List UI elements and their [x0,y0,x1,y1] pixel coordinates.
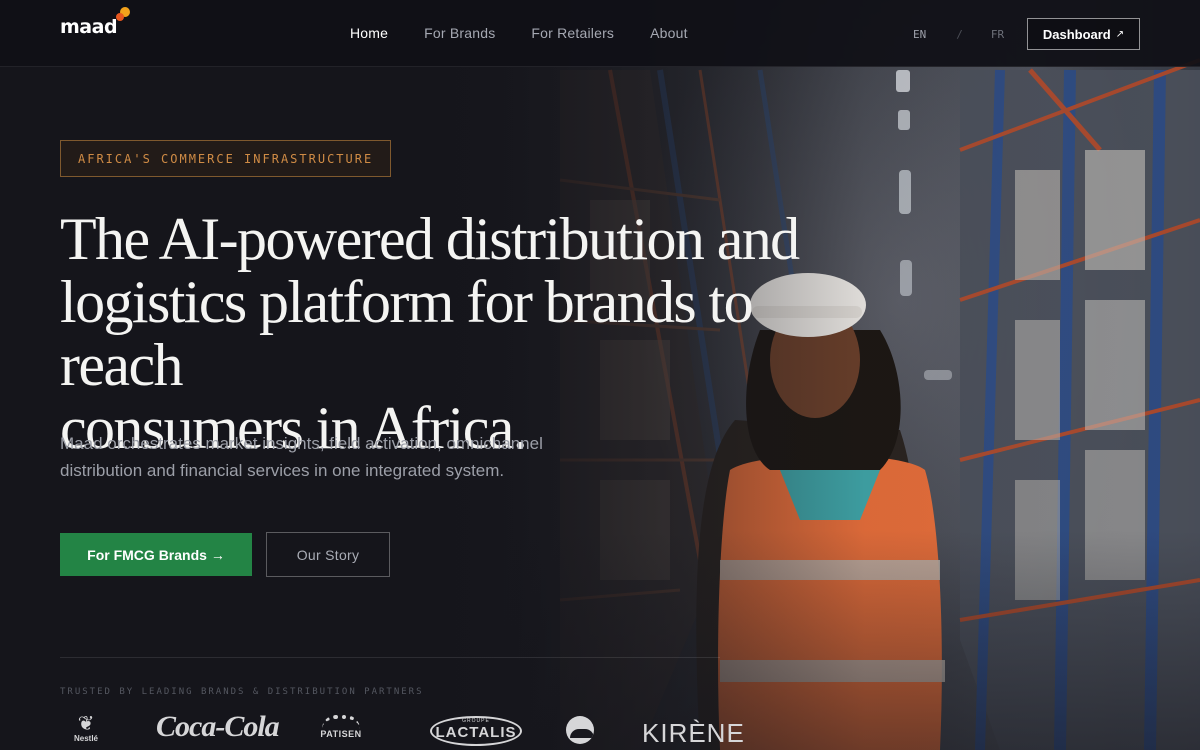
main-nav: Home For Brands For Retailers About [350,25,724,41]
hero-headline: The AI-powered distribution and logistic… [60,208,820,460]
hero-subtext: Maad orchestrates market insights, field… [60,434,543,480]
hero-badge: AFRICA'S COMMERCE INFRASTRUCTURE [60,140,392,177]
top-navigation-bar: maad Home For Brands For Retailers About… [0,0,1200,67]
section-divider [60,657,720,658]
logo-dots-icon [116,7,132,25]
our-story-button[interactable]: Our Story [266,532,390,577]
nav-item-home[interactable]: Home [350,25,388,41]
nav-item-about[interactable]: About [650,25,688,41]
patisen-logo: PATISEN [318,715,364,739]
partner-logos-row: ❦ Nestlé Coca-Cola PATISEN GROUPE LACTAL… [60,708,760,750]
coca-cola-logo: Coca-Cola [156,710,280,743]
lactalis-logo: GROUPE LACTALIS [430,716,522,746]
partners-label: TRUSTED BY LEADING BRANDS & DISTRIBUTION… [60,687,424,697]
dashboard-button[interactable]: Dashboard ↗ [1027,18,1140,50]
maad-logo[interactable]: maad [60,7,132,38]
lang-en[interactable]: EN [913,28,926,41]
external-arrow-icon: ↗ [1115,28,1125,40]
dashboard-button-label: Dashboard [1042,26,1111,42]
nav-item-for-retailers[interactable]: For Retailers [531,25,614,41]
for-fmcg-brands-button[interactable]: For FMCG Brands → [60,533,252,576]
language-switcher: EN / FR [913,28,1004,41]
nestle-logo: ❦ Nestlé [73,713,98,743]
lang-separator: / [956,28,963,41]
lang-fr[interactable]: FR [991,28,1004,41]
nav-item-for-brands[interactable]: For Brands [424,25,495,41]
logo-wordmark: maad [60,16,118,38]
kirene-logo: KIRÈNE [642,718,745,748]
headline-line-2: logistics platform for brands to reach [60,269,754,398]
headline-line-1: The AI-powered distribution and [60,206,800,272]
wave-logo [566,716,594,744]
